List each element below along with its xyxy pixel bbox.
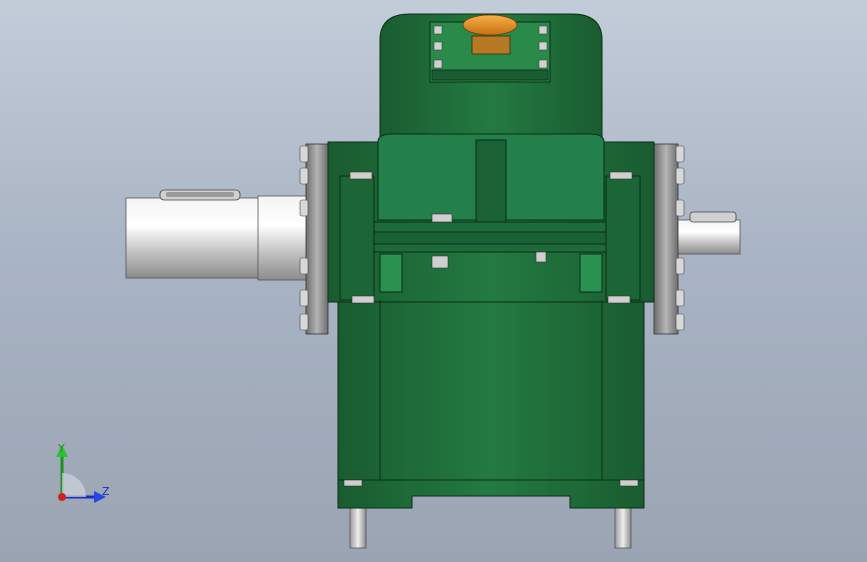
coordinate-triad: [56, 445, 106, 503]
flange-left: [305, 143, 329, 335]
support-pin-right: [614, 505, 632, 549]
triad-z-label: Z: [102, 485, 110, 498]
input-shaft-left: [125, 189, 309, 281]
triad-y-label: Y: [58, 442, 65, 455]
cad-graphics-viewport[interactable]: Y Z: [0, 0, 867, 562]
flange-right: [653, 143, 679, 335]
output-shaft-right: [675, 211, 741, 255]
gearbox-housing: [327, 13, 655, 509]
gearbox-model[interactable]: [0, 0, 867, 562]
support-pin-left: [349, 505, 367, 549]
